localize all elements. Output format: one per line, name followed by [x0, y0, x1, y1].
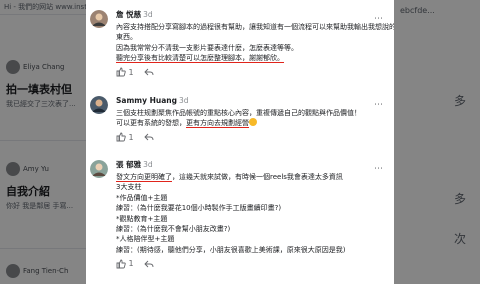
reply-icon	[144, 260, 154, 268]
comment-author[interactable]: Sammy Huang	[116, 96, 177, 105]
comment-time[interactable]: 3d	[179, 96, 189, 105]
more-icon[interactable]: ⋯	[374, 100, 383, 110]
comment-time[interactable]: 3d	[143, 10, 153, 19]
comment-actions: 1	[116, 67, 388, 79]
avatar[interactable]	[90, 160, 108, 178]
like-count: 1	[128, 67, 134, 77]
reply-button[interactable]	[144, 258, 154, 270]
comment-text-line: 因為我常常分不清我一支影片要表達什麼，怎麼表達等等。	[116, 43, 298, 52]
highlighted-phrase: 發文方向更明確了	[116, 173, 172, 182]
like-button[interactable]: 1	[116, 67, 134, 79]
like-icon	[116, 67, 126, 77]
comments-modal: 詹 悦慈 3d 內容支持搭配分享寫腳本的過程很有幫助，讓我知道有一個流程可以來幫助…	[86, 0, 394, 284]
more-icon[interactable]: ⋯	[374, 164, 383, 174]
highlighted-phrase: 更有方向去規劃經營	[186, 119, 249, 129]
smile-icon	[249, 118, 257, 127]
comment-text-line: 練習：(為什麼我不會幫小朋友改畫?)	[116, 225, 231, 234]
reply-button[interactable]	[144, 132, 154, 144]
comment-body: 詹 悦慈 3d 內容支持搭配分享寫腳本的過程很有幫助，讓我知道有一個流程可以來幫助…	[116, 10, 394, 79]
comment-text-line: 練習：(為什麼我要花10個小時製作手工版畫續印畫?)	[116, 204, 282, 213]
comment-text-line: 可以更有系統的發想，更有方向去規劃經營	[116, 118, 388, 129]
like-icon	[116, 132, 126, 142]
reply-icon	[144, 68, 154, 76]
like-count: 1	[128, 259, 134, 269]
comment-author[interactable]: 詹 悦慈	[116, 10, 141, 19]
like-button[interactable]: 1	[116, 258, 134, 270]
like-icon	[116, 259, 126, 269]
comment-text-line: 3大支柱	[116, 183, 142, 192]
more-icon[interactable]: ⋯	[374, 14, 383, 24]
comment-text-line: *人格陪伴型+主題	[116, 235, 175, 244]
comment-author[interactable]: 張 郁雅	[116, 160, 141, 169]
comment-body: Sammy Huang 3d 三個支柱规劃聚焦作品帳號的重點核心內容，重複傳遞自己…	[116, 96, 388, 144]
avatar[interactable]	[90, 10, 108, 28]
comment-actions: 1	[116, 132, 388, 144]
comment-text-line: 三個支柱规劃聚焦作品帳號的重點核心內容，重複傳遞自己的觀點與作品價值！	[116, 109, 361, 117]
like-count: 1	[128, 132, 134, 142]
comment-body: 張 郁雅 3d 發文方向更明確了，這幾天就來試做，有時候一個reels我會表達太多…	[116, 160, 388, 270]
reply-button[interactable]	[144, 67, 154, 79]
comment-text-line: 可以更有系統的發想，更有方向去規劃經營	[116, 119, 249, 129]
comment-time[interactable]: 3d	[143, 160, 153, 169]
comment-text-line: *觀點教育+主題	[116, 214, 168, 223]
comment-text-line: *作品價值+主題	[116, 193, 168, 202]
comment-text-line: 發文方向更明確了，這幾天就來試做，有時候一個reels我會表達太多資訊	[116, 173, 343, 182]
comment-header: Sammy Huang 3d	[116, 96, 388, 106]
comment-header: 詹 悦慈 3d	[116, 10, 388, 20]
comment-header: 張 郁雅 3d	[116, 160, 388, 170]
like-button[interactable]: 1	[116, 132, 134, 144]
comment-text-line-highlighted: 聽完分享後有比較清楚可以怎麼整理腳本，謝謝郁欣。	[116, 54, 284, 64]
comment-actions: 1	[116, 258, 388, 270]
comment-text-line: 練習：(期待感，聽他們分享，小朋友很喜歡上美術課，原來很大原因是我)	[116, 245, 346, 254]
comment-text-line: 東西。	[116, 33, 137, 42]
reply-icon	[144, 133, 154, 141]
comment-text-line: 內容支持搭配分享寫腳本的過程很有幫助，讓我知道有一個流程可以來幫助我輸出我想說的	[116, 23, 394, 31]
avatar[interactable]	[90, 96, 108, 114]
comment-text-line: 發文方向更明確了，這幾天就來試做，有時候一個reels我會表達太多資訊	[116, 172, 388, 182]
